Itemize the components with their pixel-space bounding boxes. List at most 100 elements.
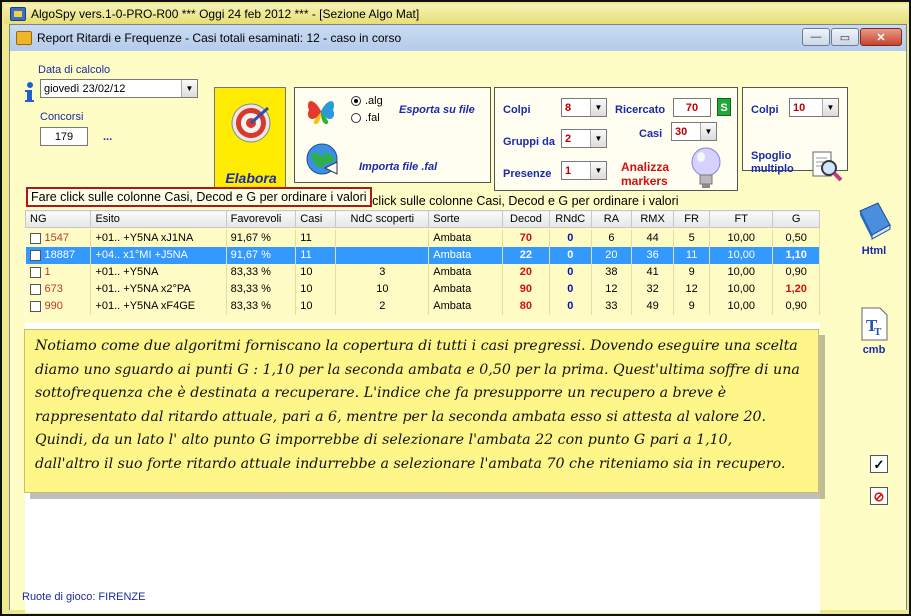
casi-value: 30 (675, 125, 688, 138)
cell-rmx: 36 (631, 246, 675, 264)
analizza-markers-button[interactable]: Analizza markers (621, 160, 679, 188)
cell-ng: 1547 (44, 232, 69, 244)
date-picker[interactable]: giovedì 23/02/12 ▼ (40, 79, 198, 98)
spoglio-colpi-value: 10 (793, 101, 806, 114)
spoglio-colpi-select[interactable]: 10 ▼ (789, 98, 839, 117)
row-checkbox[interactable] (29, 300, 41, 312)
col-decod[interactable]: Decod (502, 210, 550, 228)
note-line: Quindi, da un lato l' alto punto G impor… (35, 432, 733, 448)
importa-button[interactable]: Importa file .fal (359, 161, 437, 173)
cell-ft: 10,00 (709, 297, 774, 315)
elabora-button[interactable]: Elabora (214, 87, 286, 189)
cell-ft: 10,00 (709, 229, 774, 247)
concorsi-input[interactable]: 179 (40, 127, 88, 146)
col-rmx[interactable]: RMX (630, 210, 675, 228)
concorsi-label: Concorsi (40, 111, 84, 123)
cell-ndc: 10 (335, 280, 430, 298)
status-bar: Ruote di gioco: FIRENZE (22, 591, 146, 603)
cell-ra: 6 (591, 229, 632, 247)
cell-g: 0,50 (772, 229, 820, 247)
col-esito[interactable]: Esito (90, 210, 227, 228)
sort-tooltip: Fare click sulle colonne Casi, Decod e G… (340, 193, 682, 209)
chevron-down-icon[interactable]: ▼ (590, 130, 606, 147)
note-line: rappresentato dal ritardo attuale, pari … (35, 408, 767, 425)
table-row[interactable]: 1547 +01.. +Y5NA xJ1NA 91,67 % 11 Ambata… (25, 229, 820, 247)
col-ra[interactable]: RA (590, 210, 632, 228)
col-favorevoli[interactable]: Favorevoli (225, 210, 297, 228)
col-sorte[interactable]: Sorte (428, 210, 504, 228)
cell-rndc: 0 (549, 246, 592, 264)
close-button[interactable]: ✕ (860, 28, 902, 46)
ricercato-input[interactable]: 70 (673, 98, 711, 117)
casi-select[interactable]: 30 ▼ (671, 122, 717, 141)
s-badge[interactable]: S (717, 98, 731, 116)
radio-fal[interactable]: .fal (351, 112, 380, 124)
col-ft[interactable]: FT (709, 210, 774, 228)
cell-ng: 673 (44, 283, 63, 295)
radio-fal-dot (351, 113, 361, 123)
report-title: Report Ritardi e Frequenze - Casi totali… (37, 31, 402, 45)
concorsi-ellipsis[interactable]: ... (103, 131, 112, 143)
date-value: giovedì 23/02/12 (44, 82, 126, 95)
cmb-label: cmb (862, 344, 886, 356)
row-checkbox[interactable] (29, 232, 41, 244)
colpi-value: 8 (565, 101, 572, 114)
elabora-label: Elabora (225, 170, 277, 186)
chevron-down-icon[interactable]: ▼ (700, 123, 716, 140)
svg-text:T: T (874, 326, 882, 338)
cell-fr: 12 (673, 280, 711, 298)
chevron-down-icon[interactable]: ▼ (590, 99, 606, 116)
cell-sorte: Ambata (428, 246, 504, 264)
gruppi-value: 2 (565, 132, 572, 145)
date-label: Data di calcolo (38, 64, 111, 76)
table-row[interactable]: 1 +01.. +Y5NA 83,33 % 10 3 Ambata 20 0 3… (25, 263, 820, 281)
cell-fr: 9 (673, 297, 711, 315)
cell-ra: 33 (591, 297, 632, 315)
cell-rmx: 49 (631, 297, 675, 315)
globe-icon (306, 143, 338, 175)
casi-label: Casi (639, 128, 663, 140)
table-row[interactable]: 18887 +04.. x1°MI +J5NA 91,67 % 11 Ambat… (25, 246, 820, 264)
cmb-button[interactable]: T T cmb (850, 307, 898, 356)
table-row[interactable]: 673 +01.. +Y5NA x2°PA 83,33 % 10 10 Amba… (25, 280, 820, 298)
presenze-select[interactable]: 1 ▼ (561, 161, 607, 180)
col-rndc[interactable]: RNdC (548, 210, 592, 228)
chevron-down-icon[interactable]: ▼ (590, 162, 606, 179)
report-content: Data di calcolo giovedì 23/02/12 ▼ Conco… (10, 51, 906, 613)
check-all-button[interactable]: ✓ (870, 455, 888, 473)
app-titlebar: AlgoSpy vers.1-0-PRO-R00 *** Oggi 24 feb… (4, 4, 909, 24)
col-ng[interactable]: NG (24, 210, 92, 228)
spoglio-multiplo-button[interactable]: Spoglio multiplo (751, 150, 803, 176)
cell-ra: 38 (591, 263, 632, 281)
cell-ndc: 2 (335, 297, 430, 315)
cell-sorte: Ambata (428, 263, 504, 281)
row-checkbox[interactable] (29, 283, 41, 295)
colpi-select[interactable]: 8 ▼ (561, 98, 607, 117)
chevron-down-icon[interactable]: ▼ (181, 80, 197, 97)
cell-g: 1,10 (772, 246, 820, 264)
chevron-down-icon[interactable]: ▼ (822, 99, 838, 116)
report-window: Report Ritardi e Frequenze - Casi totali… (9, 24, 907, 613)
table-header: NG Esito Favorevoli Casi NdC scoperti So… (24, 210, 820, 228)
esporta-button[interactable]: Esporta su file (399, 104, 475, 116)
row-checkbox[interactable] (29, 266, 41, 278)
cell-rmx: 41 (631, 263, 675, 281)
col-ndc[interactable]: NdC scoperti (335, 210, 430, 228)
html-export-button[interactable]: Html (850, 201, 898, 257)
ricercato-label: Ricercato (615, 104, 666, 116)
cell-ft: 10,00 (709, 280, 774, 298)
col-fr[interactable]: FR (673, 210, 711, 228)
radio-alg[interactable]: .alg (351, 95, 383, 107)
minimize-button[interactable]: — (802, 28, 830, 46)
note-line: dall'altro il suo forte ritardo attuale … (35, 455, 786, 472)
lightbulb-icon[interactable] (689, 146, 723, 190)
radio-fal-label: .fal (365, 112, 380, 124)
row-checkbox[interactable] (29, 249, 41, 261)
col-g[interactable]: G (772, 210, 820, 228)
stop-button[interactable]: ⊘ (870, 487, 888, 505)
restore-button[interactable]: ▭ (831, 28, 859, 46)
cell-casi: 10 (295, 297, 337, 315)
table-row[interactable]: 990 +01.. +Y5NA xF4GE 83,33 % 10 2 Ambat… (25, 297, 820, 315)
gruppi-select[interactable]: 2 ▼ (561, 129, 607, 148)
col-casi[interactable]: Casi (295, 210, 337, 228)
